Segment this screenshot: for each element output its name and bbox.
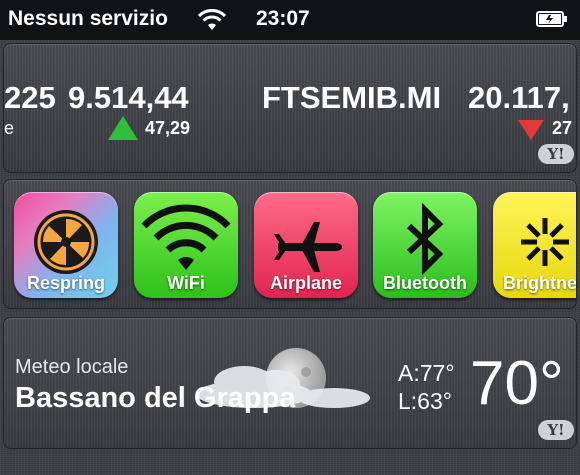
stock-name-partial: e bbox=[4, 118, 15, 138]
stock-value-partial: 225 bbox=[4, 80, 56, 115]
toggle-label: Airplane bbox=[269, 273, 343, 293]
toggle-label: Bluetooth bbox=[383, 273, 467, 293]
stock-change: 47,29 bbox=[145, 118, 191, 138]
up-arrow-icon bbox=[108, 116, 138, 140]
battery-charging-icon bbox=[536, 11, 567, 27]
toggles-widget: Respring WiFi Airplane Bluetooth Brightn… bbox=[4, 180, 576, 308]
stock-price: 20.117, bbox=[468, 80, 570, 115]
respring-toggle[interactable]: Respring bbox=[14, 192, 118, 298]
carrier-label: Nessun servizio bbox=[8, 7, 168, 30]
weather-city: Bassano del Grappa bbox=[15, 382, 296, 414]
respring-icon bbox=[34, 210, 98, 274]
wifi-icon bbox=[141, 204, 231, 270]
wifi-toggle[interactable]: WiFi bbox=[134, 192, 238, 298]
stock-price: 9.514,44 bbox=[68, 80, 189, 115]
weather-widget[interactable]: Meteo locale Bassano del Grappa A:77° L:… bbox=[4, 318, 576, 448]
toggle-label: Brightnes bbox=[502, 273, 576, 293]
weather-high: A:77° bbox=[398, 360, 455, 386]
wifi-signal-icon bbox=[197, 9, 227, 30]
weather-temperature: 70° bbox=[470, 349, 564, 418]
yahoo-logo-icon[interactable]: Y! bbox=[538, 420, 574, 440]
brightness-toggle[interactable]: Brightnes bbox=[493, 192, 576, 298]
stock-change: 27 bbox=[552, 118, 573, 138]
clock: 23:07 bbox=[256, 7, 310, 30]
airplane-icon bbox=[274, 222, 342, 272]
down-arrow-icon bbox=[518, 120, 544, 140]
bluetooth-icon bbox=[406, 202, 444, 276]
toggle-label: WiFi bbox=[167, 273, 205, 293]
airplane-toggle[interactable]: Airplane bbox=[254, 192, 358, 298]
stock-symbol: FTSEMIB.MI bbox=[262, 80, 442, 115]
status-bar: Nessun servizio 23:07 bbox=[0, 0, 580, 40]
toggle-label: Respring bbox=[26, 273, 105, 293]
weather-low: L:63° bbox=[398, 388, 452, 414]
stocks-widget[interactable]: 225 9.514,44 e 47,29 FTSEMIB.MI 20.117, … bbox=[4, 44, 576, 172]
weather-title: Meteo locale bbox=[15, 356, 129, 378]
yahoo-logo-icon[interactable]: Y! bbox=[538, 144, 574, 164]
bluetooth-toggle[interactable]: Bluetooth bbox=[373, 192, 477, 298]
brightness-icon bbox=[521, 218, 569, 266]
